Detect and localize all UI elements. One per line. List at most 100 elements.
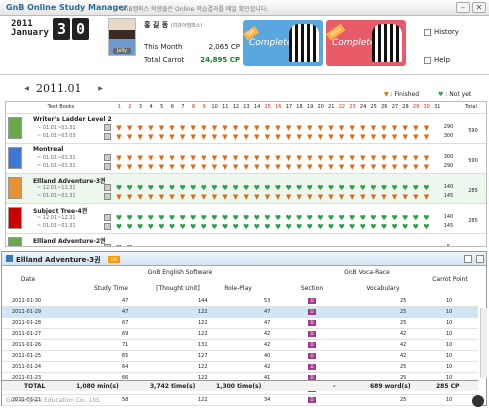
close-button[interactable]: ✕	[472, 2, 486, 13]
carrot-icon: ▼	[317, 133, 324, 141]
carrot-icon: ▼	[307, 124, 313, 132]
carrot-icon: ▼	[137, 154, 143, 162]
carrot-icon: ▼	[360, 154, 366, 162]
carrot-icon: ▼	[116, 124, 122, 132]
book-title: Subject Tree-4권	[33, 208, 88, 215]
cell-vocab: 25	[400, 298, 407, 304]
carrot-icon: ▼	[169, 163, 175, 171]
heart-icon: ♥	[349, 184, 356, 192]
cell-thought: 122	[198, 320, 208, 326]
carrot-icon: ▼	[328, 154, 334, 162]
heart-icon: ♥	[349, 223, 356, 231]
next-month-button[interactable]: ▶	[96, 85, 105, 94]
detail-scrollbar[interactable]	[480, 308, 487, 378]
day-header: 1	[117, 104, 121, 110]
carrot-icon: ▼	[243, 163, 249, 171]
carrot-icon: ▼	[391, 154, 398, 162]
heart-icon: ♥	[359, 184, 366, 192]
heart-icon: ♥	[264, 223, 271, 231]
carrot-icon: ▼	[211, 193, 218, 201]
history-link[interactable]: History	[424, 28, 459, 36]
heart-icon: ♥	[412, 214, 419, 222]
table-row[interactable]: 2011-01-24 64 122 42 25 10 D	[2, 362, 478, 373]
table-row[interactable]: 2011-01-30 47 144 53 25 10 D	[2, 296, 478, 307]
book-row[interactable]: Montreal ~ 01.01~01.31 ~ 01.01~01.31 ▼ ▼ ▼ ▼ ▼ ▼…	[6, 143, 486, 173]
sw-card-label: Complete	[249, 38, 293, 48]
carrot-icon: ▼	[137, 133, 143, 141]
heart-icon: ♥	[370, 184, 377, 192]
table-row[interactable]: 2011-01-25 65 127 40 42 10 D	[2, 351, 478, 362]
table-row[interactable]: 2011-01-28 67 122 47 25 10 D	[2, 318, 478, 329]
carrot-icon: ▼	[285, 124, 292, 132]
user-campus: (치과이엠피스)	[170, 23, 203, 29]
heart-icon: ♥	[114, 244, 124, 246]
day-header: 2	[128, 104, 132, 110]
table-row[interactable]: 2011-01-29 47 122 47 25 10 D	[2, 307, 478, 318]
day-header: 26	[381, 104, 388, 110]
book-type-icon	[104, 184, 111, 191]
minimize-button[interactable]: –	[456, 2, 470, 13]
book-row[interactable]: Ellland Adventure-3권 ~ 12.01~12.31 ~ 01.01…	[6, 173, 486, 203]
heart-icon: ♥	[200, 223, 207, 231]
prev-month-button[interactable]: ◀	[22, 85, 31, 94]
heart-icon: ♥	[296, 214, 303, 222]
carrot-icon: ▼	[179, 133, 186, 141]
calendar-grid: Text Books Total 1 2 3 4 5 6 7 8 9 10 11 12 13 14 15 16…	[5, 101, 487, 247]
carrot-icon: ▼	[190, 154, 196, 162]
cell-cp: 10	[446, 342, 453, 348]
carrot-icon: ▼	[243, 154, 249, 162]
expand-icon[interactable]	[476, 255, 484, 263]
heart-icon: ♥	[380, 223, 388, 231]
book-subtotal: 5	[446, 244, 451, 247]
avatar-badge: Jelly	[113, 48, 131, 54]
book-row[interactable]: Writer's Ladder Level 2 ~ 01.01~01.31 ~ 01…	[6, 113, 486, 143]
carrot-icon: ▼	[148, 163, 154, 171]
heart-icon: ♥	[412, 223, 419, 231]
day-header: 8	[191, 104, 196, 110]
cell-cp: 10	[446, 320, 453, 326]
book-icon	[6, 255, 13, 262]
heart-icon: ♥	[179, 214, 186, 222]
help-link[interactable]: Help	[424, 56, 450, 64]
carrot-icon: ▼	[126, 193, 133, 201]
voca-complete-card[interactable]: Voca Complete	[326, 20, 406, 66]
this-month-label: This Month	[144, 43, 183, 51]
book-range: ~ 01.01~01.31	[37, 223, 76, 229]
carrot-icon: ▼	[423, 133, 430, 141]
book-title: Ellland Adventure-3권	[33, 178, 106, 185]
cell-date: 2011-01-29	[12, 309, 42, 315]
carrot-icon: ▼	[402, 154, 408, 162]
cell-section: D	[308, 309, 316, 315]
table-row[interactable]: 2011-01-26 71 131 42 42 10 D	[2, 340, 478, 351]
carrot-icon: ▼	[254, 163, 260, 171]
day-header: 13	[243, 104, 250, 110]
heart-icon: ♥	[306, 223, 313, 231]
print-icon[interactable]	[464, 255, 472, 263]
carrot-icon: ▼	[391, 163, 398, 171]
day-header: 16	[275, 104, 282, 110]
day-header: 15	[264, 104, 271, 110]
carrot-icon: ▼	[413, 154, 419, 162]
book-row[interactable]: Ellland Adventure-2권 ♥♥ 5	[6, 233, 486, 247]
col-section: Section	[300, 285, 324, 292]
book-type-icon	[104, 154, 111, 161]
refresh-icon[interactable]	[472, 395, 484, 407]
footer-text: GnB English Education Co., Ltd.	[6, 397, 101, 404]
carrot-icon: ▼	[275, 163, 281, 171]
heart-icon: ♥	[380, 184, 388, 192]
cell-section: D	[308, 353, 316, 359]
heart-icon: ♥	[211, 214, 218, 222]
carrot-icon: ▼	[190, 163, 196, 171]
table-row[interactable]: 2011-01-27 69 122 42 42 10 D	[2, 329, 478, 340]
carrot-icon: ▼	[360, 163, 366, 171]
carrot-icon: ▼	[307, 133, 313, 141]
heart-icon: ♥	[147, 214, 154, 222]
carrot-icon: ▼	[158, 124, 165, 132]
heart-icon: ♥	[200, 184, 207, 192]
group-voca: GnB Voca-Race	[344, 269, 390, 276]
book-row[interactable]: Subject Tree-4권 ~ 12.01~12.31 ~ 01.01~01.3…	[6, 203, 486, 233]
sw-complete-card[interactable]: SW Complete	[243, 20, 323, 66]
heart-icon: ♥	[253, 223, 260, 231]
heart-icon: ♥	[115, 184, 123, 192]
carrot-icon: ▼	[360, 193, 366, 201]
